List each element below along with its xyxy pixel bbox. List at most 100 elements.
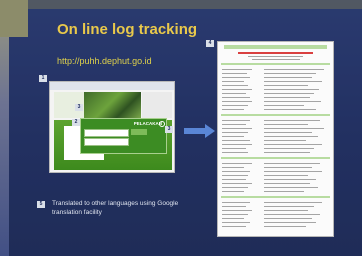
doc-line [222, 226, 246, 227]
left-accent-bar [0, 0, 9, 256]
doc-line [264, 89, 319, 90]
doc-line [222, 81, 244, 82]
doc-line [222, 144, 252, 145]
doc-line [222, 206, 246, 207]
doc-line [264, 163, 320, 164]
doc-section-bar [221, 63, 330, 65]
doc-line [264, 132, 312, 133]
doc-line [222, 109, 244, 110]
doc-line [252, 59, 300, 60]
doc-line [264, 214, 320, 215]
doc-line [222, 183, 252, 184]
doc-line [222, 179, 246, 180]
doc-line [222, 77, 250, 78]
doc-line [222, 163, 252, 164]
doc-line [264, 179, 316, 180]
doc-line [264, 175, 308, 176]
doc-line [222, 124, 246, 125]
doc-line [222, 218, 244, 219]
doc-line [222, 140, 250, 141]
doc-line [264, 109, 316, 110]
doc-line [222, 191, 244, 192]
doc-line [264, 140, 306, 141]
doc-line [222, 89, 252, 90]
top-accent-bar [28, 0, 362, 9]
doc-line [264, 191, 304, 192]
step-badge-3: 3 [75, 104, 83, 111]
doc-line [222, 214, 248, 215]
doc-line [222, 171, 250, 172]
slide: On line log tracking http://puhh.dephut.… [0, 0, 362, 256]
doc-line [264, 226, 306, 227]
browser-chrome [50, 82, 174, 90]
doc-section-bar [221, 114, 330, 116]
doc-line [264, 93, 314, 94]
doc-line [264, 128, 324, 129]
caption-text: Translated to other languages using Goog… [52, 200, 179, 216]
step-badge-3b: 3 [165, 126, 173, 133]
doc-line [264, 206, 314, 207]
doc-line [264, 97, 310, 98]
step-badge-1: 1 [39, 75, 47, 82]
doc-line [264, 148, 314, 149]
doc-line [264, 120, 320, 121]
doc-line [264, 77, 312, 78]
doc-header-bar [224, 45, 327, 49]
doc-line [264, 202, 322, 203]
doc-line [222, 152, 248, 153]
search-input[interactable] [84, 129, 129, 137]
step-badge-5: 5 [37, 201, 45, 208]
doc-line [222, 148, 246, 149]
doc-line [264, 218, 312, 219]
doc-line [222, 210, 252, 211]
doc-line [222, 69, 252, 70]
doc-line [222, 105, 248, 106]
step-badge-4: 4 [206, 40, 214, 47]
search-input-2[interactable] [84, 138, 129, 146]
doc-line [264, 222, 316, 223]
doc-line [264, 81, 322, 82]
arrow-shaft [184, 128, 206, 134]
doc-line [222, 97, 250, 98]
doc-line [264, 101, 321, 102]
tracking-report-document [217, 41, 334, 237]
doc-line [264, 73, 316, 74]
doc-red-heading [238, 52, 313, 54]
doc-line [222, 120, 250, 121]
doc-line [222, 85, 248, 86]
doc-line [222, 93, 246, 94]
doc-line [264, 183, 310, 184]
doc-line [222, 101, 252, 102]
step-badge-2: 2 [72, 119, 80, 126]
site-url: http://puhh.dephut.go.id [57, 56, 152, 66]
forest-photo [84, 92, 141, 118]
doc-line [222, 222, 250, 223]
tracking-search-panel: PELACAKAN [80, 118, 167, 154]
doc-line [264, 85, 308, 86]
doc-line [222, 167, 244, 168]
doc-line [248, 56, 303, 57]
doc-line [264, 152, 310, 153]
doc-line [222, 128, 252, 129]
doc-line [264, 210, 308, 211]
doc-line [264, 144, 322, 145]
doc-line [264, 124, 308, 125]
doc-line [222, 187, 248, 188]
search-panel-title: PELACAKAN [133, 121, 162, 126]
arrow-right-icon [205, 124, 215, 138]
doc-line [264, 167, 312, 168]
doc-section-bar [221, 157, 330, 159]
doc-line [222, 136, 244, 137]
doc-line [222, 132, 248, 133]
doc-line [264, 69, 324, 70]
top-left-accent [0, 0, 28, 37]
site-header-right [142, 92, 172, 118]
doc-section-bar [221, 196, 330, 198]
doc-line [222, 202, 250, 203]
doc-line [222, 73, 247, 74]
doc-line [264, 105, 304, 106]
doc-line [222, 175, 248, 176]
doc-line [264, 187, 318, 188]
search-button[interactable] [131, 129, 147, 135]
doc-line [264, 171, 322, 172]
